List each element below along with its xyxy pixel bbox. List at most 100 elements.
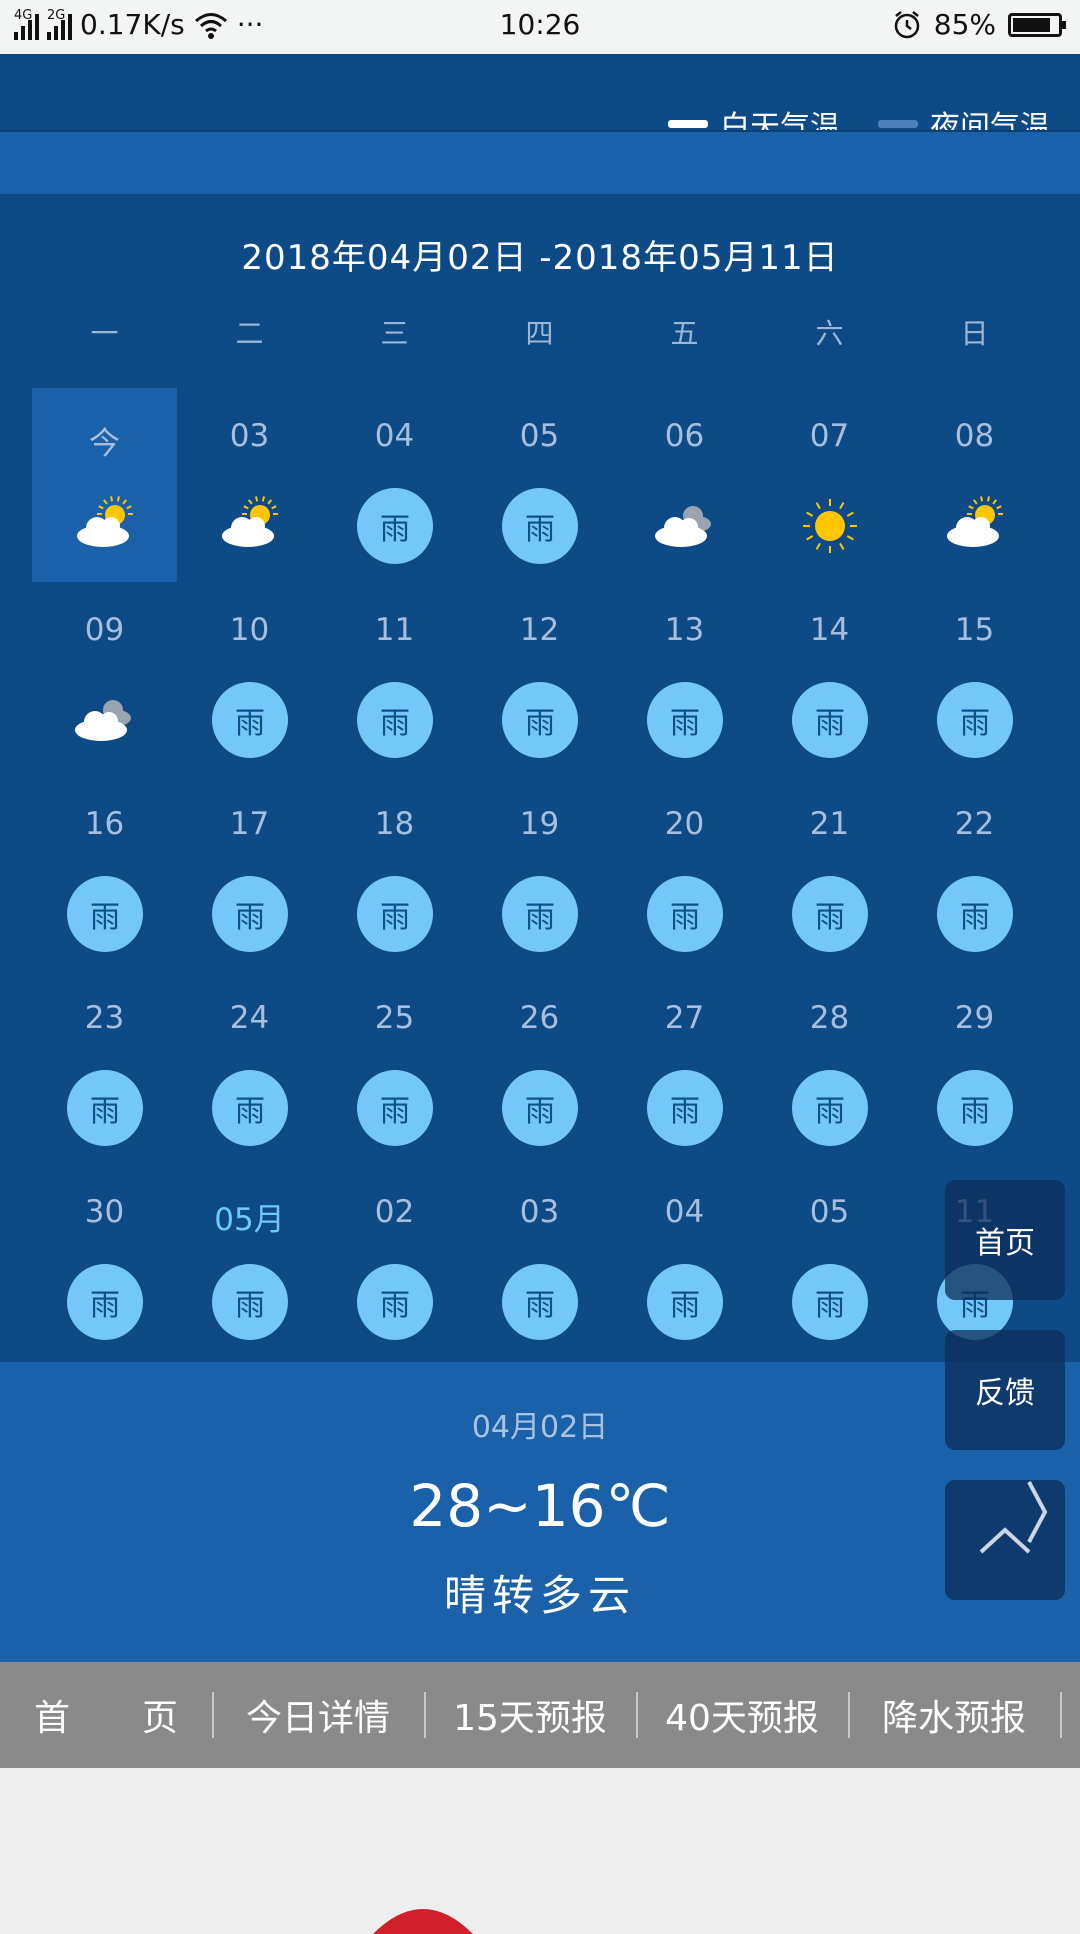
day-number: 25 — [374, 1000, 415, 1036]
feedback-float-label: 反馈 — [975, 1376, 1035, 1411]
weekday-label: 四 — [525, 317, 554, 350]
rain-icon: 雨 — [502, 876, 578, 952]
calendar-day[interactable]: 16 雨 — [32, 776, 177, 970]
day-number: 05 — [809, 1194, 850, 1230]
scroll-top-button[interactable] — [945, 1480, 1065, 1600]
calendar-day[interactable]: 05 雨 — [757, 1164, 902, 1358]
nav-separator — [1060, 1692, 1062, 1738]
rain-icon: 雨 — [357, 1264, 433, 1340]
day-number: 20 — [664, 806, 705, 842]
calendar-day[interactable]: 23 雨 — [32, 970, 177, 1164]
calendar-day[interactable]: 07 — [757, 388, 902, 582]
partly-cloudy-icon — [212, 488, 288, 564]
calendar-day[interactable]: 12 雨 — [467, 582, 612, 776]
rain-icon: 雨 — [937, 1070, 1013, 1146]
rain-icon: 雨 — [792, 1264, 868, 1340]
calendar-day[interactable]: 21 雨 — [757, 776, 902, 970]
nav-15-day[interactable]: 15天预报 — [424, 1662, 636, 1768]
calendar-day[interactable]: 22 雨 — [902, 776, 1047, 970]
calendar-day[interactable]: 08 — [902, 388, 1047, 582]
temperature-range: 28~16℃ — [409, 1472, 671, 1540]
day-number: 04 — [374, 418, 415, 454]
footer-area — [0, 1768, 1080, 1934]
rain-icon: 雨 — [502, 1070, 578, 1146]
calendar-day[interactable]: 26 雨 — [467, 970, 612, 1164]
calendar-day[interactable]: 09 — [32, 582, 177, 776]
calendar-day[interactable]: 14 雨 — [757, 582, 902, 776]
feedback-float-button[interactable]: 反馈 — [945, 1330, 1065, 1450]
day-number: 14 — [809, 612, 850, 648]
day-number: 03 — [229, 418, 270, 454]
calendar-day[interactable]: 13 雨 — [612, 582, 757, 776]
calendar-day[interactable]: 05 雨 — [467, 388, 612, 582]
rain-icon: 雨 — [212, 1264, 288, 1340]
weekday-header: 一二三四五六日 — [32, 312, 1047, 352]
nav-home[interactable]: 首 页 — [0, 1662, 212, 1768]
calendar-day[interactable]: 17 雨 — [177, 776, 322, 970]
nav-precipitation[interactable]: 降水预报 — [848, 1662, 1060, 1768]
day-number: 10 — [229, 612, 270, 648]
home-float-button[interactable]: 首页 — [945, 1180, 1065, 1300]
day-number: 15 — [954, 612, 995, 648]
calendar-day[interactable]: 10 雨 — [177, 582, 322, 776]
day-number: 26 — [519, 1000, 560, 1036]
calendar-day[interactable]: 05月雨 — [177, 1164, 322, 1358]
calendar-day[interactable]: 30 雨 — [32, 1164, 177, 1358]
legend-day-swatch — [668, 120, 708, 128]
day-number: 17 — [229, 806, 270, 842]
calendar-day[interactable]: 03 — [177, 388, 322, 582]
nav-40-day[interactable]: 40天预报 — [636, 1662, 848, 1768]
day-number: 02 — [374, 1194, 415, 1230]
calendar-grid: 今 03 04 雨 05 雨 06 07 08 09 10 雨 11 雨 12 雨 13 雨 14 雨 15 雨… — [32, 388, 1047, 1358]
day-number: 23 — [84, 1000, 125, 1036]
day-number: 22 — [954, 806, 995, 842]
calendar-day[interactable]: 28 雨 — [757, 970, 902, 1164]
calendar-day[interactable]: 04 雨 — [612, 1164, 757, 1358]
weekday-label: 二 — [235, 317, 264, 350]
status-bar: 4G 2G 0.17K/s ··· 10:26 85% — [0, 0, 1080, 54]
calendar-day[interactable]: 15 雨 — [902, 582, 1047, 776]
day-number: 24 — [229, 1000, 270, 1036]
calendar-day-today[interactable]: 今 — [32, 388, 177, 582]
nav-today-detail[interactable]: 今日详情 — [212, 1662, 424, 1768]
day-number: 05月 — [214, 1202, 285, 1238]
weekday-label: 五 — [670, 317, 699, 350]
calendar-day[interactable]: 06 — [612, 388, 757, 582]
calendar-day[interactable]: 27 雨 — [612, 970, 757, 1164]
rain-icon: 雨 — [67, 1264, 143, 1340]
rain-icon: 雨 — [67, 876, 143, 952]
day-number: 09 — [84, 612, 125, 648]
rain-icon: 雨 — [792, 876, 868, 952]
rain-icon: 雨 — [502, 488, 578, 564]
rain-icon: 雨 — [212, 1070, 288, 1146]
sunny-icon — [792, 488, 868, 564]
calendar-day[interactable]: 11 雨 — [322, 582, 467, 776]
cloudy-icon — [67, 682, 143, 758]
rain-icon: 雨 — [357, 876, 433, 952]
day-number: 28 — [809, 1000, 850, 1036]
rain-icon: 雨 — [647, 1070, 723, 1146]
calendar-day[interactable]: 29 雨 — [902, 970, 1047, 1164]
calendar-day[interactable]: 03 雨 — [467, 1164, 612, 1358]
rain-icon: 雨 — [937, 876, 1013, 952]
calendar-day[interactable]: 18 雨 — [322, 776, 467, 970]
rain-icon: 雨 — [212, 876, 288, 952]
calendar-day[interactable]: 04 雨 — [322, 388, 467, 582]
calendar-day[interactable]: 25 雨 — [322, 970, 467, 1164]
day-number: 06 — [664, 418, 705, 454]
day-number: 30 — [84, 1194, 125, 1230]
day-number: 16 — [84, 806, 125, 842]
rain-icon: 雨 — [357, 682, 433, 758]
day-number: 08 — [954, 418, 995, 454]
calendar-day[interactable]: 02 雨 — [322, 1164, 467, 1358]
day-number: 07 — [809, 418, 850, 454]
day-number: 04 — [664, 1194, 705, 1230]
date-range: 2018年04月02日 -2018年05月11日 — [241, 238, 839, 278]
rain-icon: 雨 — [647, 876, 723, 952]
calendar-day[interactable]: 19 雨 — [467, 776, 612, 970]
calendar-day[interactable]: 24 雨 — [177, 970, 322, 1164]
selected-day-detail: 04月02日 28~16℃ 晴转多云 — [0, 1362, 1080, 1662]
calendar-day[interactable]: 20 雨 — [612, 776, 757, 970]
day-number: 12 — [519, 612, 560, 648]
home-float-label: 首页 — [975, 1226, 1035, 1261]
